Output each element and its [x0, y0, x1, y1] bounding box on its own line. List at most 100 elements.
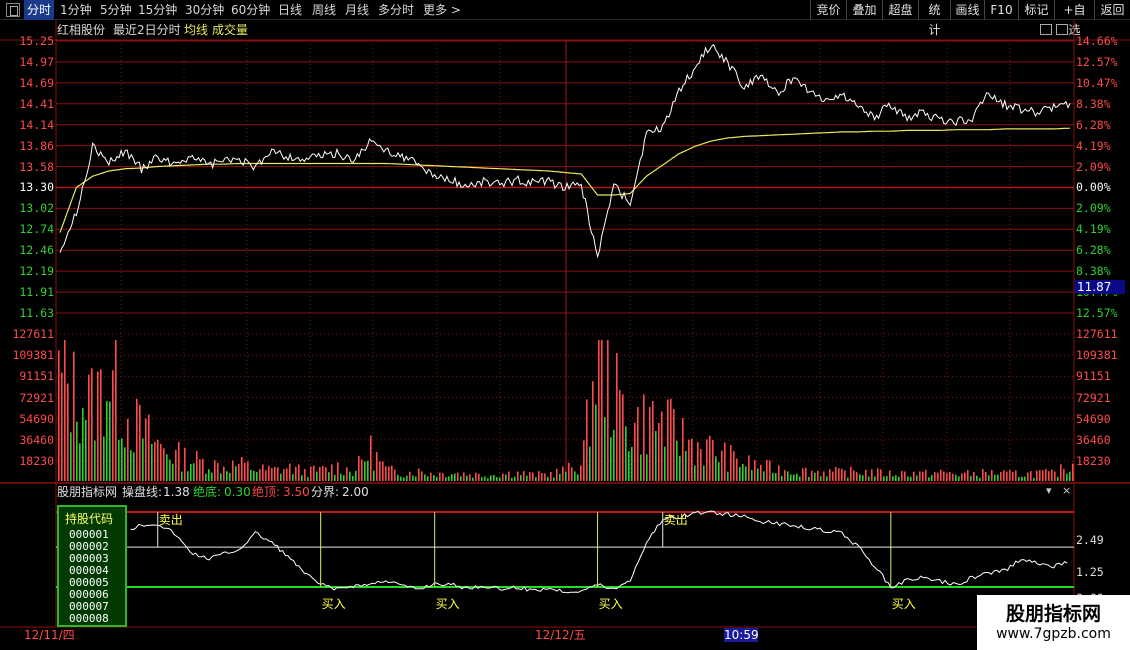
volume-bar — [322, 465, 324, 481]
volume-bar — [559, 473, 561, 481]
volume-bar — [679, 455, 681, 481]
volume-bar — [1069, 471, 1071, 481]
volume-bar — [358, 456, 360, 481]
price-tick: 14.41 — [19, 96, 54, 111]
volume-bar — [973, 472, 975, 481]
holding-code[interactable]: 000008 — [69, 613, 109, 625]
volume-tick: 54690 — [1076, 411, 1111, 426]
volume-bar — [685, 450, 687, 481]
volume-bar — [565, 471, 567, 481]
volume-bar — [781, 476, 783, 481]
volume-bar — [598, 340, 600, 481]
volume-bar — [727, 471, 729, 481]
volume-bar — [352, 476, 354, 481]
volume-bar — [1015, 470, 1017, 481]
volume-bar — [523, 471, 525, 481]
volume-bar — [841, 468, 843, 481]
volume-bar — [556, 468, 558, 481]
volume-bar — [496, 477, 498, 481]
volume-bar — [826, 476, 828, 481]
volume-tick: 18230 — [1076, 454, 1111, 468]
volume-bar — [649, 407, 651, 481]
volume-bar — [856, 472, 858, 481]
volume-legend: 成交量 — [212, 23, 249, 37]
percent-tick: 12.57% — [1076, 306, 1118, 320]
volume-bar — [505, 474, 507, 481]
volume-bar — [376, 452, 378, 481]
volume-bar — [403, 477, 405, 481]
bottom-label: 绝底: — [193, 485, 222, 499]
volume-bar — [1024, 476, 1026, 481]
volume-bar — [328, 472, 330, 481]
cursor-time: 10:59 — [724, 628, 759, 642]
indicator-tick: 1.25 — [1076, 565, 1104, 579]
volume-bar — [208, 469, 210, 481]
volume-bar — [94, 440, 96, 481]
volume-bar — [73, 351, 75, 481]
volume-bar — [850, 466, 852, 481]
volume-bar — [697, 442, 699, 481]
volume-bar — [814, 472, 816, 481]
volume-bar — [646, 454, 648, 481]
volume-bar — [664, 446, 666, 481]
maximize-icon[interactable] — [1056, 24, 1068, 35]
volume-bar — [898, 476, 900, 481]
volume-bar — [751, 470, 753, 481]
volume-bar — [562, 466, 564, 481]
stock-name: 红相股份 — [57, 23, 106, 37]
volume-bar — [913, 471, 915, 481]
volume-bar — [214, 460, 216, 481]
price-tick: 12.46 — [19, 243, 54, 258]
date-day2: 12/12/五 — [535, 628, 586, 642]
volume-bar — [448, 476, 450, 481]
volume-bar — [235, 466, 237, 481]
volume-bar — [862, 475, 864, 481]
volume-bar — [277, 467, 279, 481]
volume-bar — [385, 466, 387, 481]
volume-bar — [310, 466, 312, 481]
volume-bar — [703, 465, 705, 481]
dropdown-icon[interactable]: ▾ — [1046, 484, 1052, 497]
price-tick: 11.91 — [19, 285, 54, 300]
volume-bar — [136, 398, 138, 481]
volume-bar — [583, 440, 585, 481]
volume-bar — [1033, 477, 1035, 481]
holdings-panel[interactable]: 持股代码 000001 000002 000003 000004 000005 … — [57, 505, 127, 627]
volume-bar — [829, 469, 831, 481]
percent-tick: 6.28% — [1076, 117, 1111, 132]
indicator-name[interactable]: 股朋指标网 — [57, 484, 117, 500]
volume-bar — [610, 437, 612, 481]
volume-bar — [847, 477, 849, 481]
volume-bar — [346, 467, 348, 481]
volume-bar — [100, 369, 102, 481]
volume-bar — [514, 476, 516, 481]
volume-tick: 18230 — [19, 454, 54, 468]
volume-bar — [796, 473, 798, 481]
volume-bar — [391, 465, 393, 481]
volume-bar — [553, 477, 555, 481]
volume-bar — [730, 445, 732, 481]
percent-tick: 2.09% — [1076, 159, 1111, 174]
volume-bar — [211, 472, 213, 481]
minimize-icon[interactable] — [1040, 24, 1052, 35]
volume-tick: 91151 — [19, 369, 54, 384]
volume-tick: 127611 — [1076, 327, 1118, 341]
volume-bar — [67, 383, 69, 481]
volume-bar — [343, 475, 345, 481]
volume-bar — [838, 468, 840, 481]
volume-bar — [580, 465, 582, 481]
volume-bar — [412, 475, 414, 481]
volume-bar — [1048, 471, 1050, 481]
volume-bar — [103, 436, 105, 481]
volume-bar — [430, 472, 432, 481]
percent-tick: 14.66% — [1076, 34, 1118, 48]
volume-bar — [1030, 471, 1032, 481]
volume-bar — [451, 474, 453, 481]
intraday-chart[interactable]: 卖出买入 买入 买入 卖出买入 — [0, 0, 1130, 650]
volume-bar — [469, 474, 471, 481]
volume-tick: 36460 — [1076, 432, 1111, 447]
close-icon[interactable]: × — [1062, 484, 1071, 497]
volume-bar — [394, 469, 396, 481]
volume-bar — [940, 469, 942, 481]
volume-bar — [967, 470, 969, 481]
